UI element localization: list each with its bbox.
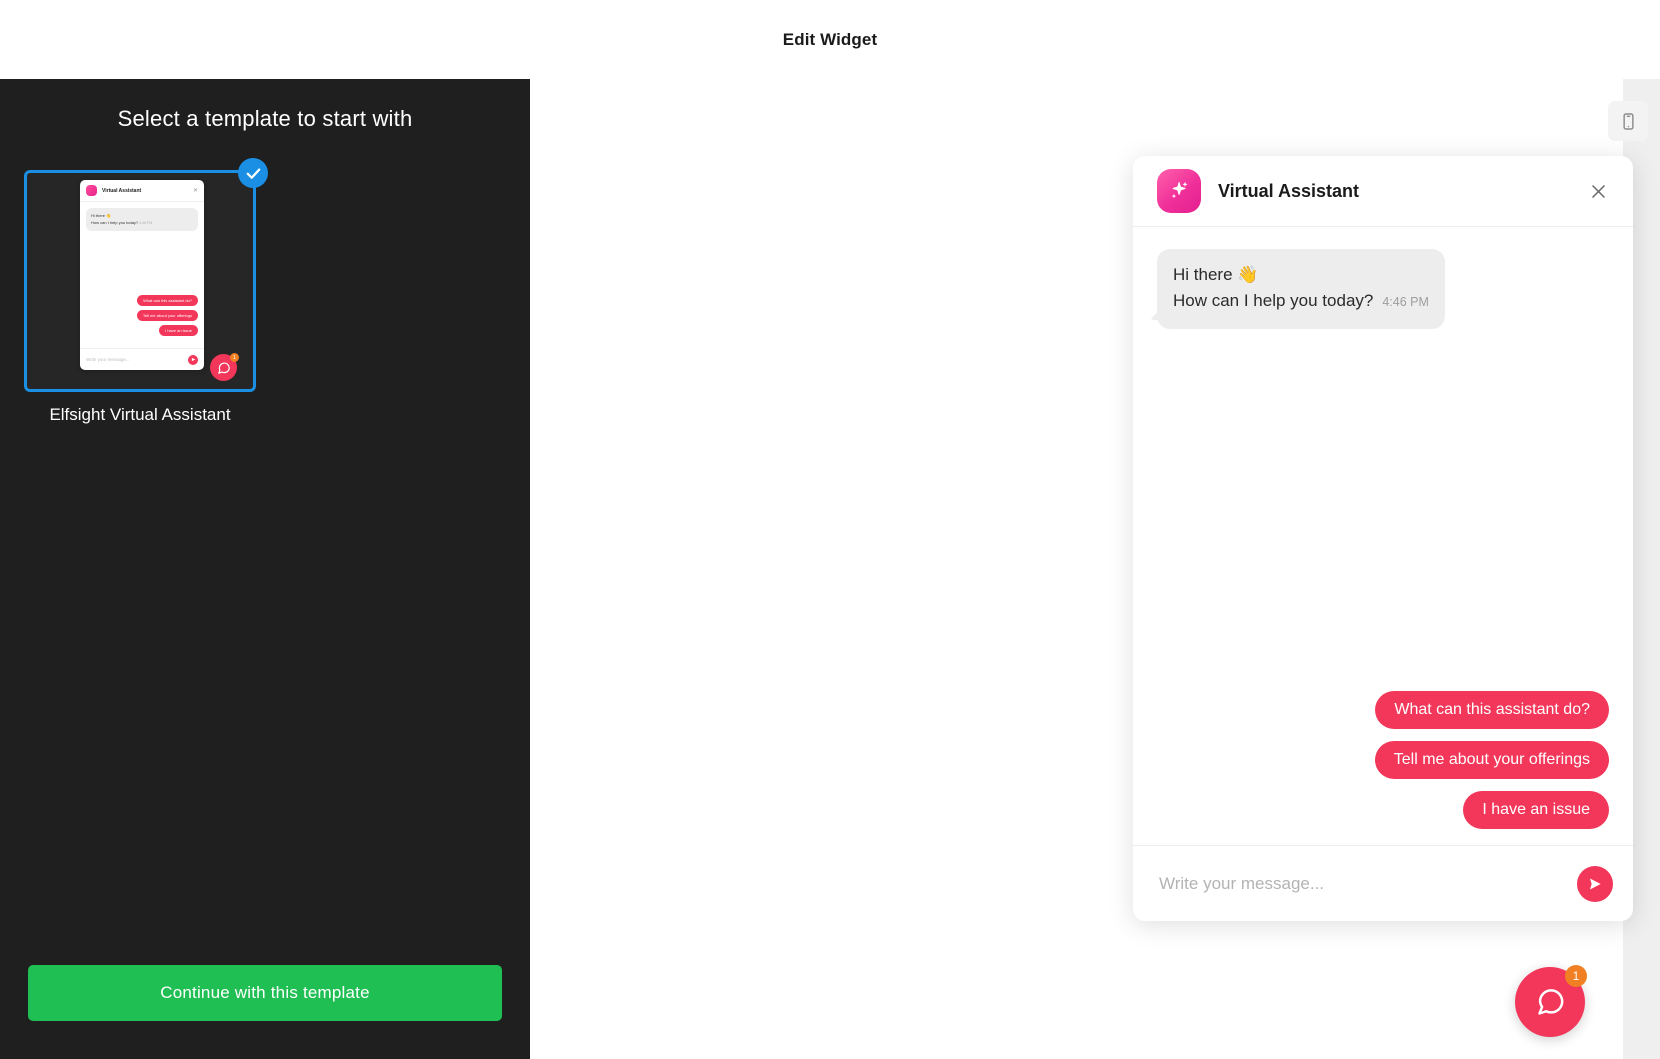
bot-message-line-1: Hi there 👋 (1173, 265, 1259, 284)
template-thumbnail: Virtual Assistant ✕ Hi there 👋 How can I… (80, 180, 204, 370)
thumbnail-title: Virtual Assistant (102, 187, 142, 194)
thumbnail-bot-line-2: How can I help you today? 4:46 PM (91, 219, 193, 227)
quick-reply-list: What can this assistant do? Tell me abou… (1374, 691, 1609, 829)
bot-message-line-2: How can I help you today? 4:46 PM (1173, 288, 1429, 315)
thumbnail-quick-reply: Tell me about your offerings (136, 310, 198, 321)
bot-message-text: How can I help you today? (1173, 291, 1374, 310)
quick-reply-button-3[interactable]: I have an issue (1463, 791, 1609, 829)
template-card-label: Elfsight Virtual Assistant (49, 405, 231, 424)
sparkle-icon (1157, 169, 1201, 213)
thumbnail-bot-line-1: Hi there 👋 (91, 213, 112, 218)
send-arrow-icon[interactable] (1577, 865, 1613, 902)
message-input[interactable] (1159, 873, 1577, 894)
thumbnail-header: Virtual Assistant ✕ (80, 180, 204, 202)
thumbnail-bot-bubble: Hi there 👋 How can I help you today? 4:4… (86, 208, 198, 231)
chat-widget-panel: Virtual Assistant Hi there 👋 How can I h… (1133, 156, 1633, 921)
thumbnail-timestamp: 4:46 PM (139, 221, 153, 225)
close-icon[interactable] (1581, 174, 1615, 208)
chat-widget-header: Virtual Assistant (1133, 156, 1633, 227)
bot-message-bubble: Hi there 👋 How can I help you today? 4:46… (1150, 249, 1445, 329)
top-bar: Edit Widget (0, 0, 1660, 79)
thumbnail-composer: Write your message... (80, 348, 204, 370)
chat-bubble-icon (1537, 988, 1563, 1015)
thumbnail-launcher-badge: 1 (230, 353, 239, 362)
page-title: Edit Widget (782, 29, 878, 49)
thumbnail-send-icon (188, 354, 198, 365)
thumbnail-launcher-icon: 1 (210, 353, 239, 381)
template-card-elfsight-virtual-assistant[interactable]: Virtual Assistant ✕ Hi there 👋 How can I… (24, 170, 256, 392)
chat-widget-title: Virtual Assistant (1218, 180, 1360, 201)
thumbnail-quick-reply: I have an issue (159, 325, 198, 336)
thumbnail-quick-reply: What can this assistant do? (137, 295, 198, 306)
thumbnail-avatar-icon (86, 185, 97, 196)
continue-with-template-button[interactable]: Continue with this template (28, 965, 502, 1021)
template-card-wrapper: Virtual Assistant ✕ Hi there 👋 How can I… (24, 158, 268, 425)
chat-composer (1133, 845, 1633, 921)
thumbnail-bot-text: How can I help you today? (91, 220, 139, 225)
template-sidebar: Select a template to start with Virtual … (0, 79, 530, 1059)
thumbnail-input-placeholder: Write your message... (86, 357, 130, 362)
quick-reply-button-1[interactable]: What can this assistant do? (1375, 691, 1609, 729)
thumbnail-quick-replies: What can this assistant do? Tell me abou… (136, 295, 198, 336)
mobile-phone-icon[interactable] (1608, 101, 1648, 141)
sidebar-heading: Select a template to start with (117, 106, 413, 131)
message-timestamp: 4:46 PM (1382, 295, 1429, 309)
template-list: Virtual Assistant ✕ Hi there 👋 How can I… (0, 132, 530, 965)
sidebar-footer: Continue with this template (0, 965, 530, 1059)
chat-message-area: Hi there 👋 How can I help you today? 4:46… (1133, 227, 1633, 845)
thumbnail-close-icon: ✕ (192, 188, 198, 194)
chat-launcher-button[interactable]: 1 (1515, 965, 1587, 1037)
widget-preview-area: Virtual Assistant Hi there 👋 How can I h… (530, 79, 1660, 1059)
launcher-unread-badge: 1 (1565, 965, 1587, 987)
quick-reply-button-2[interactable]: Tell me about your offerings (1374, 741, 1609, 779)
template-selected-check-icon (238, 158, 268, 188)
